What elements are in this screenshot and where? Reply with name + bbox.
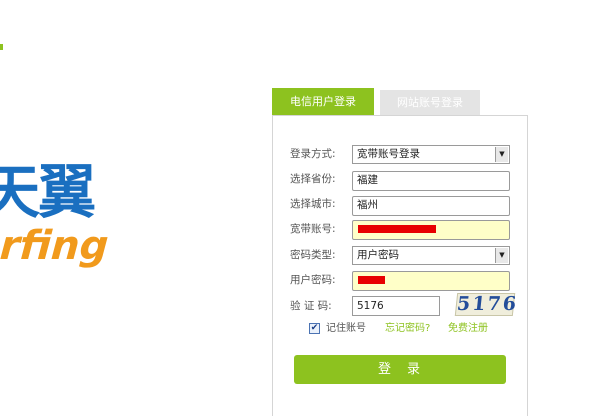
province-value: 福建 [357,174,378,186]
accent-mark [0,44,3,50]
redacted-account-mark [358,225,436,233]
province-label: 选择省份: [290,173,336,185]
logo-english-text: rfing [0,223,110,269]
remember-label: 记住账号 [326,323,366,334]
forgot-password-link[interactable]: 忘记密码? [385,321,430,337]
login-method-label: 登录方式: [290,148,336,160]
dropdown-arrow-icon[interactable]: ▼ [495,248,508,263]
password-label: 用户密码: [290,274,336,286]
login-method-select[interactable]: 宽带账号登录 ▼ [352,145,510,164]
dropdown-arrow-icon[interactable]: ▼ [495,147,508,162]
redacted-password-mark [358,276,385,284]
city-value: 福州 [357,199,378,211]
captcha-label: 验 证 码: [290,300,332,312]
login-method-value: 宽带账号登录 [357,148,420,160]
password-type-select[interactable]: 用户密码 ▼ [352,246,510,265]
logo-chinese-text: 天翼 [0,158,96,226]
province-input[interactable]: 福建 [352,171,510,191]
tab-telecom-user-login[interactable]: 电信用户登录 [272,88,374,115]
account-label: 宽带账号: [290,223,336,235]
login-button[interactable]: 登录 [294,355,506,384]
city-label: 选择城市: [290,198,336,210]
remember-checkbox[interactable]: ✔ [309,323,320,334]
account-input[interactable] [352,220,510,240]
login-form-panel: 登录方式: 宽带账号登录 ▼ 选择省份: 福建 选择城市: 福州 宽带账号: 密… [272,115,528,416]
password-type-value: 用户密码 [357,249,399,261]
tab-website-account-login[interactable]: 网站账号登录 [380,90,480,115]
captcha-input[interactable]: 5176 [352,296,440,316]
captcha-image[interactable]: 5176 [454,293,519,316]
password-type-label: 密码类型: [290,249,336,261]
tianyi-logo: 天翼 rfing [0,160,110,280]
city-input[interactable]: 福州 [352,196,510,216]
password-input[interactable] [352,271,510,291]
captcha-value: 5176 [357,300,384,312]
free-register-link[interactable]: 免费注册 [448,321,488,337]
